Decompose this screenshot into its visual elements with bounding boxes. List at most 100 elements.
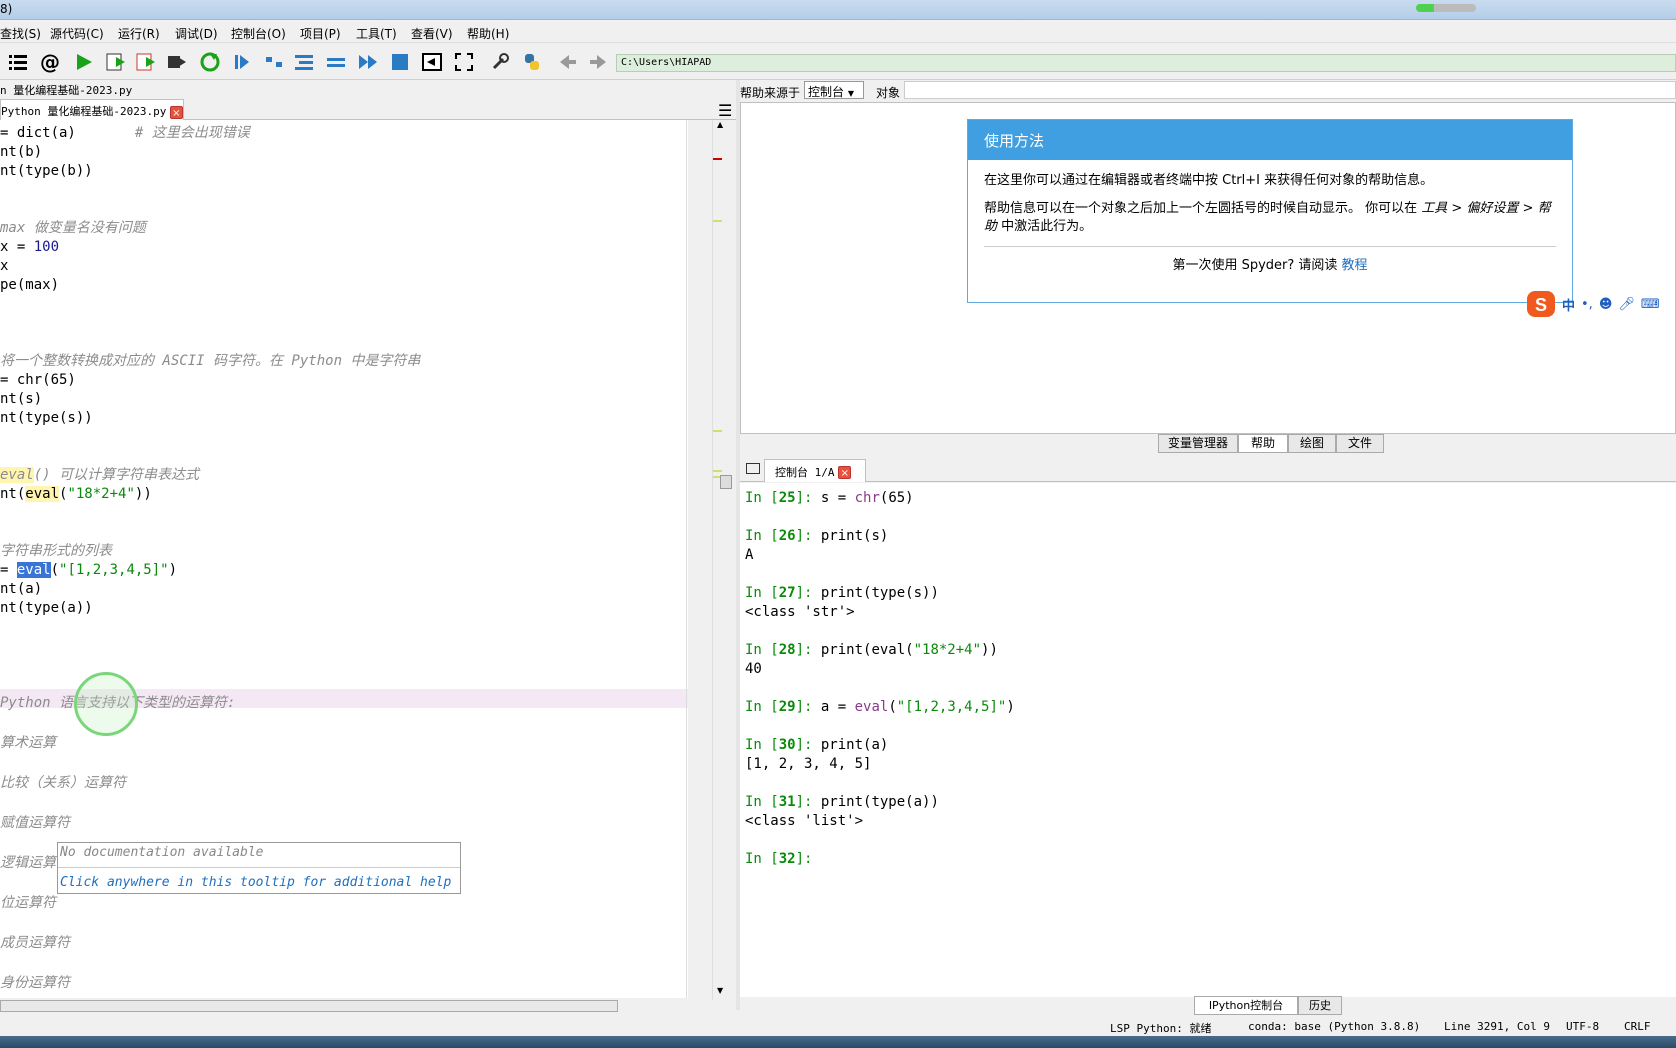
console-tab[interactable]: 控制台 1/A ×	[764, 459, 866, 482]
code-token: x	[0, 258, 9, 274]
code-token: ))	[981, 642, 998, 658]
code-token: x =	[0, 239, 34, 255]
code-token: (	[50, 562, 60, 578]
console-tab-bar: 控制台 1/A ×	[740, 458, 1676, 482]
code-token: "[1,2,3,4,5]"	[59, 562, 169, 578]
ipython-console[interactable]: In [25]: s = chr(65) In [26]: print(s) A In…	[740, 483, 1676, 997]
scroll-thumb[interactable]	[720, 475, 732, 489]
code-token: 字符串形式的列表	[0, 543, 112, 559]
tab-history[interactable]: 历史	[1298, 996, 1342, 1015]
calltip-tooltip[interactable]: No documentation available Click anywher…	[57, 842, 461, 894]
editor-horizontal-scrollbar[interactable]	[0, 998, 712, 1014]
back-arrow-icon[interactable]	[556, 51, 580, 73]
menu-debug[interactable]: 调试(D)	[175, 25, 218, 42]
run-cell-advance-icon[interactable]	[134, 51, 158, 73]
help-object-input[interactable]	[904, 81, 1676, 99]
help-source-select[interactable]: 控制台 ▼	[804, 81, 864, 99]
usage-p2-end: 中激活此行为。	[997, 219, 1093, 234]
os-taskbar	[0, 1036, 1676, 1048]
emoji-icon[interactable]: ☻	[1599, 297, 1613, 312]
prompt: ]:	[795, 699, 821, 715]
console-input-line: In [32]:	[745, 850, 821, 869]
code-token: max 做变量名没有问题	[0, 220, 146, 236]
at-icon[interactable]: @	[38, 50, 62, 74]
code-line: = dict(a) # 这里会出现错误	[0, 124, 250, 143]
code-token: (65)	[879, 490, 914, 506]
console-options-icon[interactable]	[746, 463, 760, 474]
tutorial-link[interactable]: 教程	[1342, 258, 1368, 273]
tab-files[interactable]: 文件	[1336, 434, 1384, 453]
sogou-logo-icon[interactable]: S	[1526, 290, 1556, 318]
step-icon[interactable]	[262, 51, 286, 73]
prompt-number: 32	[778, 851, 796, 867]
continue-icon[interactable]	[356, 51, 380, 73]
debug-icon[interactable]	[230, 51, 254, 73]
ime-lang[interactable]: 中	[1562, 295, 1575, 314]
tooltip-help-link[interactable]: Click anywhere in this tooltip for addit…	[60, 875, 451, 890]
keyboard-icon[interactable]: ⌨	[1641, 297, 1660, 312]
run-icon[interactable]	[72, 51, 96, 73]
editor-tab-bar: Python 量化编程基础-2023.py × ☰	[0, 98, 736, 120]
code-line: nt(type(b))	[0, 162, 93, 181]
stop-icon[interactable]	[388, 51, 412, 73]
outline-icon[interactable]	[6, 51, 30, 73]
menu-console[interactable]: 控制台(O)	[231, 25, 286, 42]
console-output-line: <class 'str'>	[745, 604, 855, 620]
warning-marker	[713, 470, 722, 472]
fullscreen-icon[interactable]	[452, 51, 476, 73]
code-token: ))	[134, 486, 152, 502]
menu-help[interactable]: 帮助(H)	[467, 25, 509, 42]
working-directory-path[interactable]: C:\Users\HIAPAD	[616, 54, 1676, 72]
scroll-up-icon[interactable]: ▲	[717, 120, 723, 129]
help-content: 使用方法 在这里你可以通过在编辑器或者终端中按 Ctrl+I 来获得任何对象的帮…	[740, 102, 1676, 434]
menu-project[interactable]: 项目(P)	[300, 25, 341, 42]
code-token: eval	[854, 699, 889, 715]
menu-source[interactable]: 源代码(C)	[50, 25, 104, 42]
rerun-icon[interactable]	[198, 51, 222, 73]
code-token: nt(a)	[0, 581, 43, 597]
menu-view[interactable]: 查看(V)	[411, 25, 453, 42]
scroll-down-icon[interactable]: ▼	[717, 986, 723, 995]
menu-run[interactable]: 运行(R)	[118, 25, 160, 42]
warning-marker	[713, 220, 722, 222]
tab-ipython-console[interactable]: IPython控制台	[1194, 996, 1298, 1015]
status-bar: LSP Python: 就绪 conda: base (Python 3.8.8…	[0, 1016, 1676, 1036]
maximize-pane-icon[interactable]	[420, 51, 444, 73]
run-selection-icon[interactable]	[165, 51, 189, 73]
code-token: print(type(a))	[820, 794, 939, 810]
prompt: In [	[745, 699, 779, 715]
code-editor[interactable]: = dict(a) # 这里会出现错误 nt(b) nt(type(b)) max 做…	[0, 120, 688, 1000]
first-use-line: 第一次使用 Spyder? 请阅读 教程	[968, 257, 1572, 275]
run-cell-icon[interactable]	[104, 51, 128, 73]
editor-vertical-scrollbar[interactable]: ▲ ▼	[712, 120, 732, 1000]
preferences-icon[interactable]	[488, 51, 512, 73]
tab-menu-icon[interactable]: ☰	[718, 101, 732, 120]
close-tab-icon[interactable]: ×	[169, 105, 183, 119]
python-path-icon[interactable]	[520, 51, 544, 73]
code-token: print(s)	[820, 528, 889, 544]
tab-plots[interactable]: 绘图	[1288, 434, 1336, 453]
editor-tab[interactable]: Python 量化编程基础-2023.py ×	[0, 99, 184, 120]
code-token: =	[0, 562, 17, 578]
prompt-number: 26	[778, 528, 796, 544]
forward-arrow-icon[interactable]	[586, 51, 610, 73]
console-input-line: In [29]: a = eval("[1,2,3,4,5]")	[745, 698, 1015, 717]
code-token: nt(type(a))	[0, 600, 93, 616]
horizontal-scroll-thumb[interactable]	[0, 1000, 618, 1012]
tab-help[interactable]: 帮助	[1238, 434, 1288, 453]
menu-search[interactable]: 查找(S)	[0, 25, 41, 42]
menu-tools[interactable]: 工具(T)	[356, 25, 397, 42]
conda-status: conda: base (Python 3.8.8)	[1248, 1020, 1421, 1033]
punctuation-icon[interactable]: •,	[1581, 297, 1593, 312]
tab-variable-explorer[interactable]: 变量管理器	[1158, 434, 1238, 453]
close-console-icon[interactable]: ×	[838, 466, 852, 479]
usage-box: 使用方法 在这里你可以通过在编辑器或者终端中按 Ctrl+I 来获得任何对象的帮…	[967, 119, 1573, 303]
microphone-icon[interactable]: 🎤︎	[1618, 297, 1635, 312]
svg-text:S: S	[1535, 295, 1547, 315]
code-token: )	[168, 562, 178, 578]
step-into-icon[interactable]	[292, 51, 316, 73]
prompt: In [	[745, 851, 779, 867]
step-return-icon[interactable]	[324, 51, 348, 73]
usage-paragraph-2: 帮助信息可以在一个对象之后加上一个左圆括号的时候自动显示。 你可以在 工具 > …	[968, 200, 1572, 236]
prompt-number: 30	[778, 737, 796, 753]
